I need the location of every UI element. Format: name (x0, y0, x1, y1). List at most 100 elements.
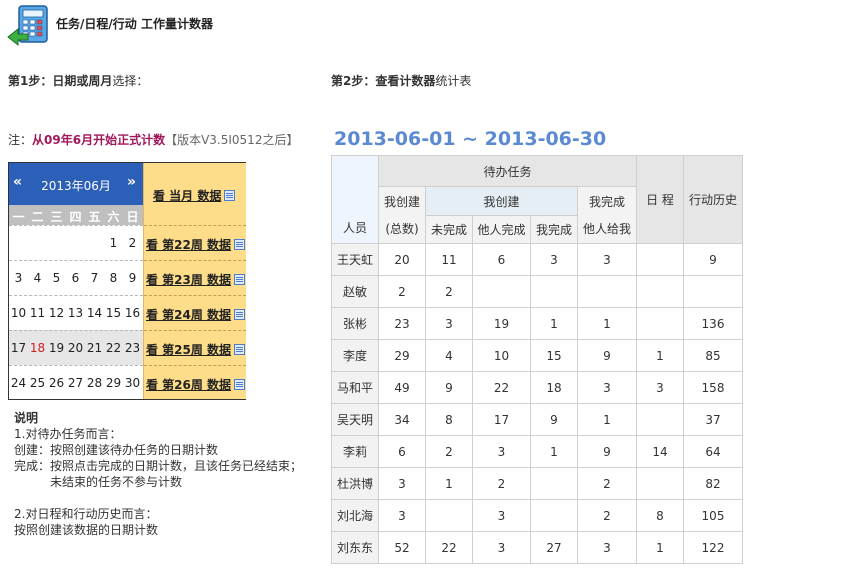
calendar-day[interactable]: 23 (123, 341, 142, 355)
count-cell[interactable]: 2 (577, 467, 637, 500)
calendar-day[interactable]: 5 (47, 271, 66, 285)
count-cell[interactable]: 10 (472, 339, 531, 372)
count-cell[interactable] (530, 499, 578, 532)
count-cell[interactable] (636, 275, 684, 308)
count-cell[interactable]: 1 (530, 307, 578, 340)
count-cell[interactable] (636, 467, 684, 500)
calendar-day[interactable]: 9 (123, 271, 142, 285)
calendar-day[interactable]: 29 (104, 376, 123, 390)
calendar-day[interactable]: 3 (9, 271, 28, 285)
count-cell[interactable]: 3 (472, 499, 531, 532)
count-cell[interactable]: 8 (425, 403, 473, 436)
calendar-day[interactable]: 17 (9, 341, 28, 355)
count-cell[interactable] (472, 275, 531, 308)
count-cell[interactable]: 11 (425, 243, 473, 276)
calendar-day[interactable]: 13 (66, 306, 85, 320)
count-cell[interactable]: 3 (577, 531, 637, 564)
calendar-day[interactable]: 26 (47, 376, 66, 390)
count-cell[interactable] (530, 275, 578, 308)
count-cell[interactable]: 105 (683, 499, 743, 532)
count-cell[interactable]: 22 (425, 531, 473, 564)
calendar-day[interactable]: 12 (47, 306, 66, 320)
calendar-day[interactable]: 1 (104, 236, 123, 250)
calendar-day[interactable]: 22 (104, 341, 123, 355)
calendar-day[interactable]: 10 (9, 306, 28, 320)
count-cell[interactable] (636, 403, 684, 436)
count-cell[interactable]: 9 (425, 371, 473, 404)
count-cell[interactable]: 3 (472, 435, 531, 468)
count-cell[interactable]: 85 (683, 339, 743, 372)
count-cell[interactable]: 27 (530, 531, 578, 564)
view-week-link[interactable]: 看 第25周 数据 (146, 341, 246, 358)
count-cell[interactable]: 3 (425, 307, 473, 340)
count-cell[interactable]: 37 (683, 403, 743, 436)
count-cell[interactable]: 64 (683, 435, 743, 468)
count-cell[interactable]: 34 (378, 403, 426, 436)
count-cell[interactable]: 1 (636, 339, 684, 372)
count-cell[interactable]: 122 (683, 531, 743, 564)
calendar-day[interactable]: 20 (66, 341, 85, 355)
count-cell[interactable]: 6 (472, 243, 531, 276)
count-cell[interactable] (530, 467, 578, 500)
count-cell[interactable]: 3 (577, 371, 637, 404)
count-cell[interactable]: 3 (378, 467, 426, 500)
count-cell[interactable]: 17 (472, 403, 531, 436)
count-cell[interactable] (636, 243, 684, 276)
view-month-link[interactable]: 看 当月 数据 (153, 187, 236, 204)
count-cell[interactable]: 2 (425, 275, 473, 308)
calendar-day[interactable]: 4 (28, 271, 47, 285)
calendar-day[interactable]: 25 (28, 376, 47, 390)
count-cell[interactable]: 14 (636, 435, 684, 468)
count-cell[interactable] (683, 275, 743, 308)
count-cell[interactable]: 2 (425, 435, 473, 468)
count-cell[interactable]: 9 (577, 339, 637, 372)
count-cell[interactable]: 1 (530, 435, 578, 468)
view-week-link[interactable]: 看 第24周 数据 (146, 306, 246, 323)
count-cell[interactable]: 1 (577, 403, 637, 436)
calendar-day[interactable]: 27 (66, 376, 85, 390)
count-cell[interactable] (425, 499, 473, 532)
calendar-day[interactable]: 28 (85, 376, 104, 390)
count-cell[interactable]: 18 (530, 371, 578, 404)
count-cell[interactable]: 2 (472, 467, 531, 500)
view-week-link[interactable]: 看 第23周 数据 (146, 271, 246, 288)
count-cell[interactable]: 8 (636, 499, 684, 532)
count-cell[interactable]: 19 (472, 307, 531, 340)
calendar-day[interactable]: 24 (9, 376, 28, 390)
count-cell[interactable]: 29 (378, 339, 426, 372)
count-cell[interactable]: 3 (378, 499, 426, 532)
count-cell[interactable]: 6 (378, 435, 426, 468)
calendar-day[interactable]: 2 (123, 236, 142, 250)
view-week-link[interactable]: 看 第22周 数据 (146, 236, 246, 253)
calendar-day[interactable]: 18 (28, 341, 47, 355)
count-cell[interactable] (636, 307, 684, 340)
calendar-day[interactable]: 7 (85, 271, 104, 285)
calendar-day[interactable]: 19 (47, 341, 66, 355)
count-cell[interactable]: 22 (472, 371, 531, 404)
count-cell[interactable]: 9 (577, 435, 637, 468)
count-cell[interactable]: 52 (378, 531, 426, 564)
count-cell[interactable]: 158 (683, 371, 743, 404)
calendar-day[interactable]: 14 (85, 306, 104, 320)
calendar-day[interactable]: 15 (104, 306, 123, 320)
count-cell[interactable]: 9 (530, 403, 578, 436)
count-cell[interactable]: 3 (472, 531, 531, 564)
calendar-day[interactable]: 16 (123, 306, 142, 320)
count-cell[interactable]: 1 (577, 307, 637, 340)
count-cell[interactable]: 2 (577, 499, 637, 532)
count-cell[interactable]: 1 (425, 467, 473, 500)
calendar-day[interactable]: 30 (123, 376, 142, 390)
count-cell[interactable]: 1 (636, 531, 684, 564)
count-cell[interactable]: 82 (683, 467, 743, 500)
count-cell[interactable]: 3 (530, 243, 578, 276)
count-cell[interactable]: 9 (683, 243, 743, 276)
calendar-day[interactable]: 8 (104, 271, 123, 285)
count-cell[interactable]: 49 (378, 371, 426, 404)
count-cell[interactable]: 2 (378, 275, 426, 308)
count-cell[interactable]: 23 (378, 307, 426, 340)
calendar-day[interactable]: 11 (28, 306, 47, 320)
count-cell[interactable] (577, 275, 637, 308)
calendar-day[interactable]: 21 (85, 341, 104, 355)
calendar-day[interactable]: 6 (66, 271, 85, 285)
count-cell[interactable]: 3 (577, 243, 637, 276)
